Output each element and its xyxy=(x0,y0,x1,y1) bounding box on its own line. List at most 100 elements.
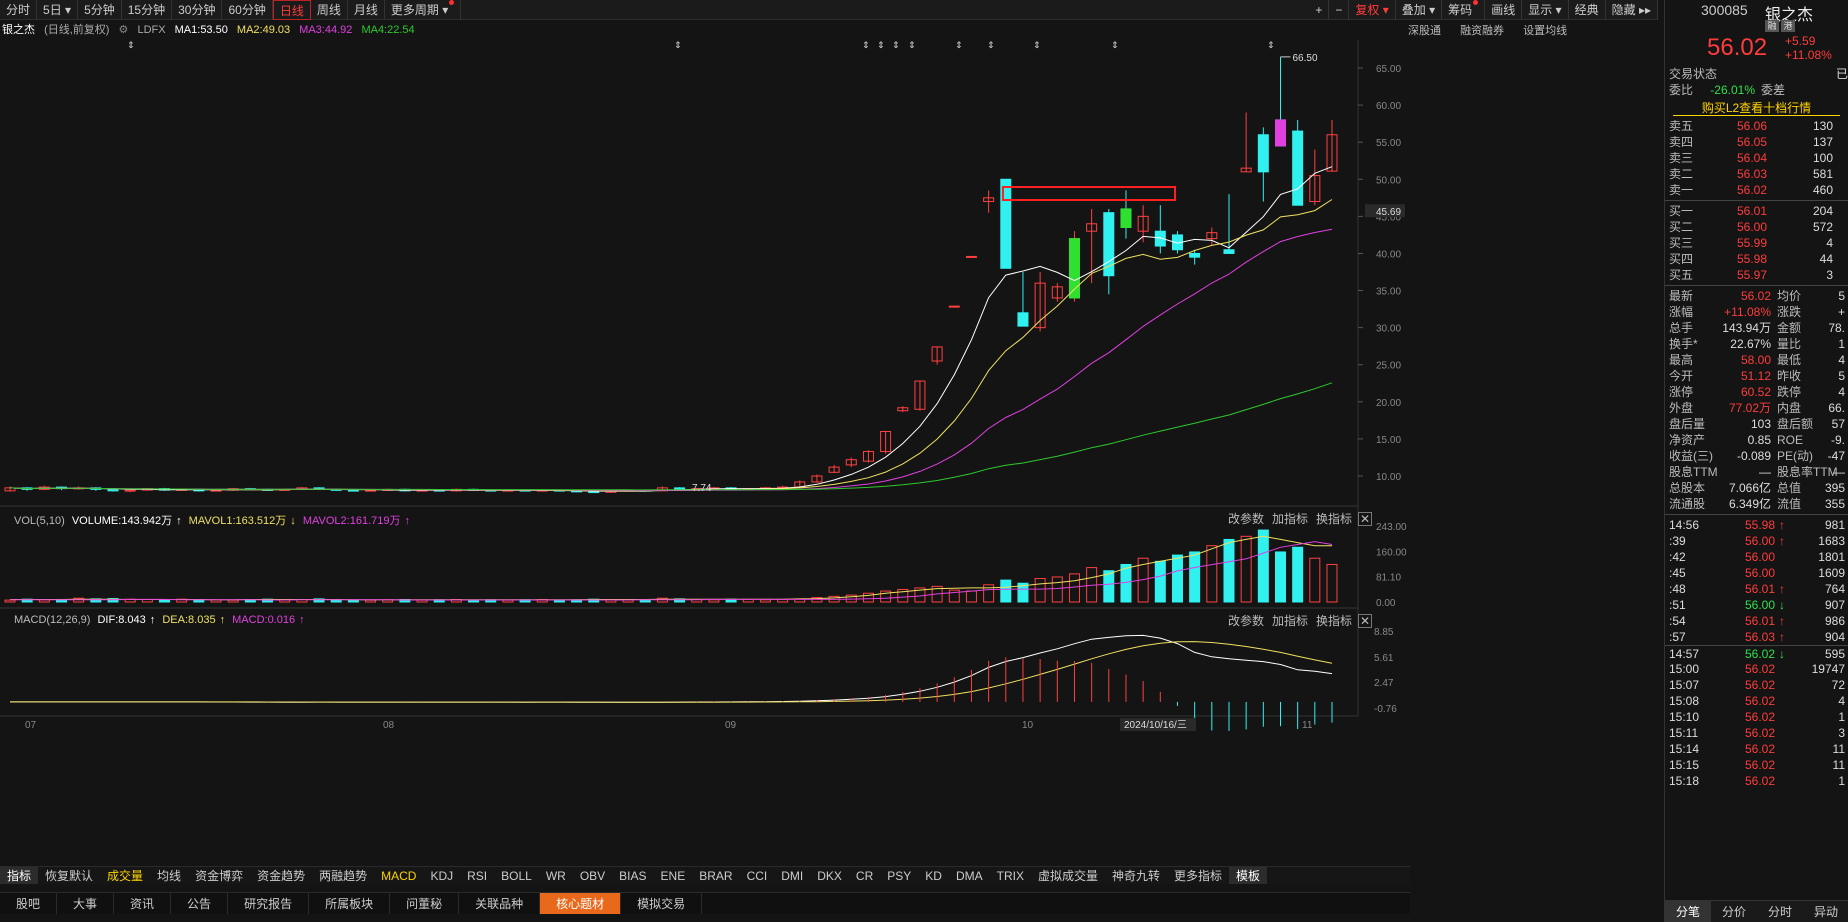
indicator-tab-18[interactable]: DKX xyxy=(810,867,849,884)
stat-label2: 跌停 xyxy=(1777,385,1802,399)
indicator-tab-5[interactable]: 资金趋势 xyxy=(250,867,312,884)
indicator-tab-23[interactable]: TRIX xyxy=(990,867,1031,884)
arrow-up-icon xyxy=(1775,741,1789,757)
link-margin[interactable]: 融资融券 xyxy=(1460,25,1504,37)
adjust-button[interactable]: 复权 ▾ xyxy=(1349,0,1396,20)
sell-row[interactable]: 卖一 56.02 460 xyxy=(1665,182,1848,198)
indicator-tab-10[interactable]: BOLL xyxy=(494,867,539,884)
indicator-tab-22[interactable]: DMA xyxy=(949,867,990,884)
indicator-tab-13[interactable]: BIAS xyxy=(612,867,653,884)
indicator-tab-21[interactable]: KD xyxy=(918,867,949,884)
bottom-tab-7[interactable]: 关联品种 xyxy=(459,893,541,914)
bottom-tab-0[interactable]: 股吧 xyxy=(0,893,58,914)
indicator-tab-1[interactable]: 恢复默认 xyxy=(38,867,100,884)
indicator-tab-6[interactable]: 两融趋势 xyxy=(312,867,374,884)
bottom-tab-6[interactable]: 问董秘 xyxy=(390,893,460,914)
sell-row[interactable]: 卖五 56.06 130 xyxy=(1665,118,1848,134)
tab-5day[interactable]: 5日 ▾ xyxy=(37,0,79,20)
macd-add-indicator[interactable]: 加指标 xyxy=(1272,614,1308,628)
tab-monthly[interactable]: 月线 xyxy=(348,0,385,20)
indicator-tab-8[interactable]: KDJ xyxy=(423,867,460,884)
indicator-tab-16[interactable]: CCI xyxy=(740,867,775,884)
bottom-tab-5[interactable]: 所属板块 xyxy=(309,893,391,914)
buy-row[interactable]: 买二 56.00 572 xyxy=(1665,219,1848,235)
indicator-tab-0[interactable]: 指标 xyxy=(0,867,39,884)
vol-title: VOL(5,10) xyxy=(14,515,65,527)
buy-row[interactable]: 买一 56.01 204 xyxy=(1665,203,1848,219)
link-shengutong[interactable]: 深股通 xyxy=(1408,25,1441,37)
indicator-tab-15[interactable]: BRAR xyxy=(692,867,739,884)
draw-button[interactable]: 画线 xyxy=(1485,0,1523,20)
tick-row: 15:11 56.02 3 xyxy=(1665,725,1848,741)
close-icon[interactable]: ✕ xyxy=(1358,512,1373,526)
hide-button[interactable]: 隐藏 ▸▸ xyxy=(1606,0,1658,20)
tick-time: :42 xyxy=(1669,550,1686,564)
vol-axis-label: 0.00 xyxy=(1376,598,1396,609)
indicator-tab-27[interactable]: 模板 xyxy=(1229,867,1268,884)
bottom-tab-2[interactable]: 资讯 xyxy=(114,893,172,914)
indicator-tab-9[interactable]: RSI xyxy=(460,867,494,884)
macd-change-params[interactable]: 改参数 xyxy=(1228,614,1264,628)
l2-promo-link[interactable]: 购买L2查看十档行情 xyxy=(1673,100,1840,116)
quote-tab-1[interactable]: 分价 xyxy=(1711,901,1757,922)
indicator-tab-26[interactable]: 更多指标 xyxy=(1167,867,1229,884)
chips-button[interactable]: 筹码 xyxy=(1442,0,1486,20)
price-axis-label: 20.00 xyxy=(1376,398,1401,409)
bottom-tab-8[interactable]: 核心题材 xyxy=(540,893,622,914)
indicator-tab-25[interactable]: 神奇九转 xyxy=(1105,867,1167,884)
indicator-tab-7[interactable]: MACD xyxy=(374,867,423,884)
tab-60min[interactable]: 60分钟 xyxy=(222,0,273,20)
bottom-tab-1[interactable]: 大事 xyxy=(57,893,115,914)
classic-button[interactable]: 经典 xyxy=(1569,0,1606,20)
indicator-tab-14[interactable]: ENE xyxy=(654,867,693,884)
tick-row: 15:07 56.02 72 xyxy=(1665,677,1848,693)
bottom-tab-3[interactable]: 公告 xyxy=(171,893,229,914)
indicator-tab-11[interactable]: WR xyxy=(539,867,573,884)
tab-fenshi[interactable]: 分时 xyxy=(0,0,38,20)
macd-switch-indicator[interactable]: 换指标 xyxy=(1316,614,1352,628)
indicator-tab-19[interactable]: CR xyxy=(849,867,880,884)
buy-row[interactable]: 买五 55.97 3 xyxy=(1665,267,1848,283)
tab-more-periods[interactable]: 更多周期 ▾ xyxy=(385,0,462,20)
stat-label: 收益(三) xyxy=(1669,449,1713,463)
tab-weekly[interactable]: 周线 xyxy=(311,0,348,20)
tab-30min[interactable]: 30分钟 xyxy=(172,0,223,20)
bottom-tab-4[interactable]: 研究报告 xyxy=(228,893,310,914)
link-ma-settings[interactable]: 设置均线 xyxy=(1523,25,1567,37)
sell-row[interactable]: 卖三 56.04 100 xyxy=(1665,150,1848,166)
vol-change-params[interactable]: 改参数 xyxy=(1228,512,1264,526)
quote-tab-2[interactable]: 分时 xyxy=(1757,901,1803,922)
bottom-tab-9[interactable]: 模拟交易 xyxy=(621,893,703,914)
kline-chart[interactable]: 65.0060.0055.0050.0045.0040.0035.0030.00… xyxy=(0,40,1410,870)
close-icon[interactable]: ✕ xyxy=(1358,614,1373,628)
zoom-out-button[interactable]: − xyxy=(1329,0,1350,20)
buy-row[interactable]: 买四 55.98 44 xyxy=(1665,251,1848,267)
tab-5min[interactable]: 5分钟 xyxy=(78,0,122,20)
display-button[interactable]: 显示 ▾ xyxy=(1522,0,1569,20)
buy-qty: 204 xyxy=(1812,204,1833,218)
vol-add-indicator[interactable]: 加指标 xyxy=(1272,512,1308,526)
indicator-tab-24[interactable]: 虚拟成交量 xyxy=(1031,867,1105,884)
indicator-tab-4[interactable]: 资金博弈 xyxy=(188,867,250,884)
zoom-in-button[interactable]: + xyxy=(1309,0,1330,20)
buy-orders: 买一 56.01 204 买二 56.00 572 买三 55.99 4 买四 55.98 44 买五 5… xyxy=(1665,203,1848,283)
indicator-tab-17[interactable]: DMI xyxy=(774,867,810,884)
tab-daily[interactable]: 日线 xyxy=(272,0,311,20)
sell-price: 56.06 xyxy=(1736,119,1767,133)
sell-row[interactable]: 卖四 56.05 137 xyxy=(1665,134,1848,150)
quote-tab-0[interactable]: 分笔 xyxy=(1665,901,1711,922)
sell-row[interactable]: 卖二 56.03 581 xyxy=(1665,166,1848,182)
stat-row: 净资产 0.85 ROE -9. xyxy=(1665,432,1848,448)
gear-icon[interactable]: ⚙ xyxy=(119,24,129,36)
candle-body xyxy=(1292,130,1304,206)
buy-row[interactable]: 买三 55.99 4 xyxy=(1665,235,1848,251)
quote-tab-3[interactable]: 异动 xyxy=(1803,901,1848,922)
indicator-tab-12[interactable]: OBV xyxy=(573,867,612,884)
vol-switch-indicator[interactable]: 换指标 xyxy=(1316,512,1352,526)
overlay-button[interactable]: 叠加 ▾ xyxy=(1396,0,1443,20)
volume-bar xyxy=(1223,538,1235,603)
indicator-tab-3[interactable]: 均线 xyxy=(150,867,188,884)
indicator-tab-20[interactable]: PSY xyxy=(880,867,918,884)
indicator-tab-2[interactable]: 成交量 xyxy=(100,867,150,884)
tab-15min[interactable]: 15分钟 xyxy=(122,0,173,20)
